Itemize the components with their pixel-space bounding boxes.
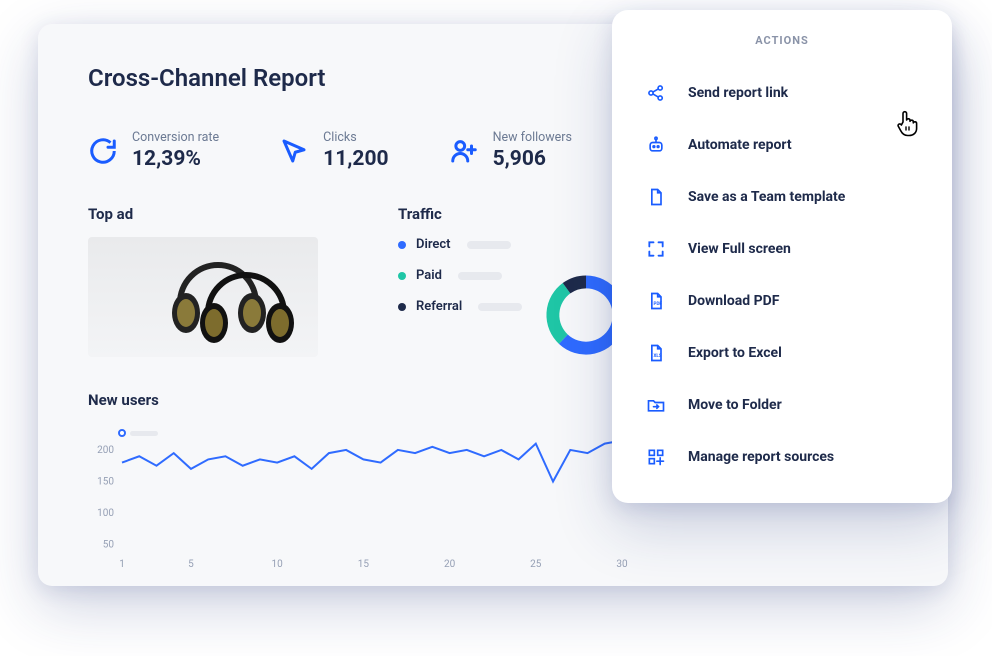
fullscreen-icon — [646, 239, 666, 259]
legend-bar — [467, 241, 511, 249]
stat-conversion: Conversion rate 12,39% — [88, 130, 219, 171]
svg-text:PDF: PDF — [654, 301, 663, 307]
new-users-chart: 50100150200151015202530 — [88, 423, 628, 573]
legend-item: Direct — [398, 237, 522, 252]
action-label: Export to Excel — [688, 345, 782, 361]
pointer-cursor-icon — [892, 106, 924, 138]
traffic-block: Traffic Direct Paid Referral — [398, 205, 632, 361]
top-ad-block: Top ad — [88, 205, 338, 361]
legend-bar — [458, 272, 502, 280]
grid-plus-icon — [646, 447, 666, 467]
stat-value: 11,200 — [323, 147, 388, 171]
svg-text:30: 30 — [616, 559, 628, 570]
traffic-heading: Traffic — [398, 205, 632, 223]
refresh-icon — [88, 136, 118, 166]
svg-text:10: 10 — [272, 559, 284, 570]
svg-text:100: 100 — [97, 508, 114, 519]
stat-value: 12,39% — [132, 147, 219, 171]
folder-arrow-icon — [646, 395, 666, 415]
action-label: Save as a Team template — [688, 189, 845, 205]
stat-clicks: Clicks 11,200 — [279, 130, 388, 171]
stat-followers: New followers 5,906 — [449, 130, 572, 171]
action-fullscreen[interactable]: View Full screen — [612, 223, 952, 275]
legend-dot — [398, 303, 406, 311]
svg-text:15: 15 — [358, 559, 370, 570]
actions-title: ACTIONS — [612, 34, 952, 47]
legend-label: Direct — [416, 237, 451, 252]
stat-label: New followers — [493, 130, 572, 145]
action-label: Send report link — [688, 85, 788, 101]
legend-dot — [398, 272, 406, 280]
stat-label: Clicks — [323, 130, 388, 145]
action-label: Automate report — [688, 137, 792, 153]
action-label: Download PDF — [688, 293, 779, 309]
svg-text:25: 25 — [530, 559, 542, 570]
action-move-folder[interactable]: Move to Folder — [612, 379, 952, 431]
legend-item: Referral — [398, 299, 522, 314]
top-ad-heading: Top ad — [88, 205, 338, 223]
file-icon — [646, 187, 666, 207]
svg-text:50: 50 — [103, 540, 115, 551]
legend-item: Paid — [398, 268, 522, 283]
cursor-icon — [279, 136, 309, 166]
action-manage-sources[interactable]: Manage report sources — [612, 431, 952, 483]
action-label: Manage report sources — [688, 449, 834, 465]
xls-file-icon: XLS — [646, 343, 666, 363]
svg-text:1: 1 — [119, 559, 125, 570]
top-ad-image — [88, 237, 318, 357]
actions-panel: ACTIONS Send report link Automate report… — [612, 10, 952, 503]
stat-value: 5,906 — [493, 147, 572, 171]
legend-label: Paid — [416, 268, 442, 283]
svg-text:200: 200 — [97, 445, 114, 456]
action-label: View Full screen — [688, 241, 791, 257]
svg-text:20: 20 — [444, 559, 456, 570]
user-plus-icon — [449, 136, 479, 166]
legend-bar — [478, 303, 522, 311]
robot-icon — [646, 135, 666, 155]
traffic-legend: Direct Paid Referral — [398, 237, 522, 330]
legend-label: Referral — [416, 299, 462, 314]
svg-text:XLS: XLS — [654, 353, 662, 359]
svg-text:150: 150 — [97, 477, 114, 488]
legend-dot — [398, 241, 406, 249]
pdf-file-icon: PDF — [646, 291, 666, 311]
action-label: Move to Folder — [688, 397, 782, 413]
share-icon — [646, 83, 666, 103]
action-export-excel[interactable]: XLS Export to Excel — [612, 327, 952, 379]
action-download-pdf[interactable]: PDF Download PDF — [612, 275, 952, 327]
action-save-template[interactable]: Save as a Team template — [612, 171, 952, 223]
svg-text:5: 5 — [188, 559, 194, 570]
stat-label: Conversion rate — [132, 130, 219, 145]
